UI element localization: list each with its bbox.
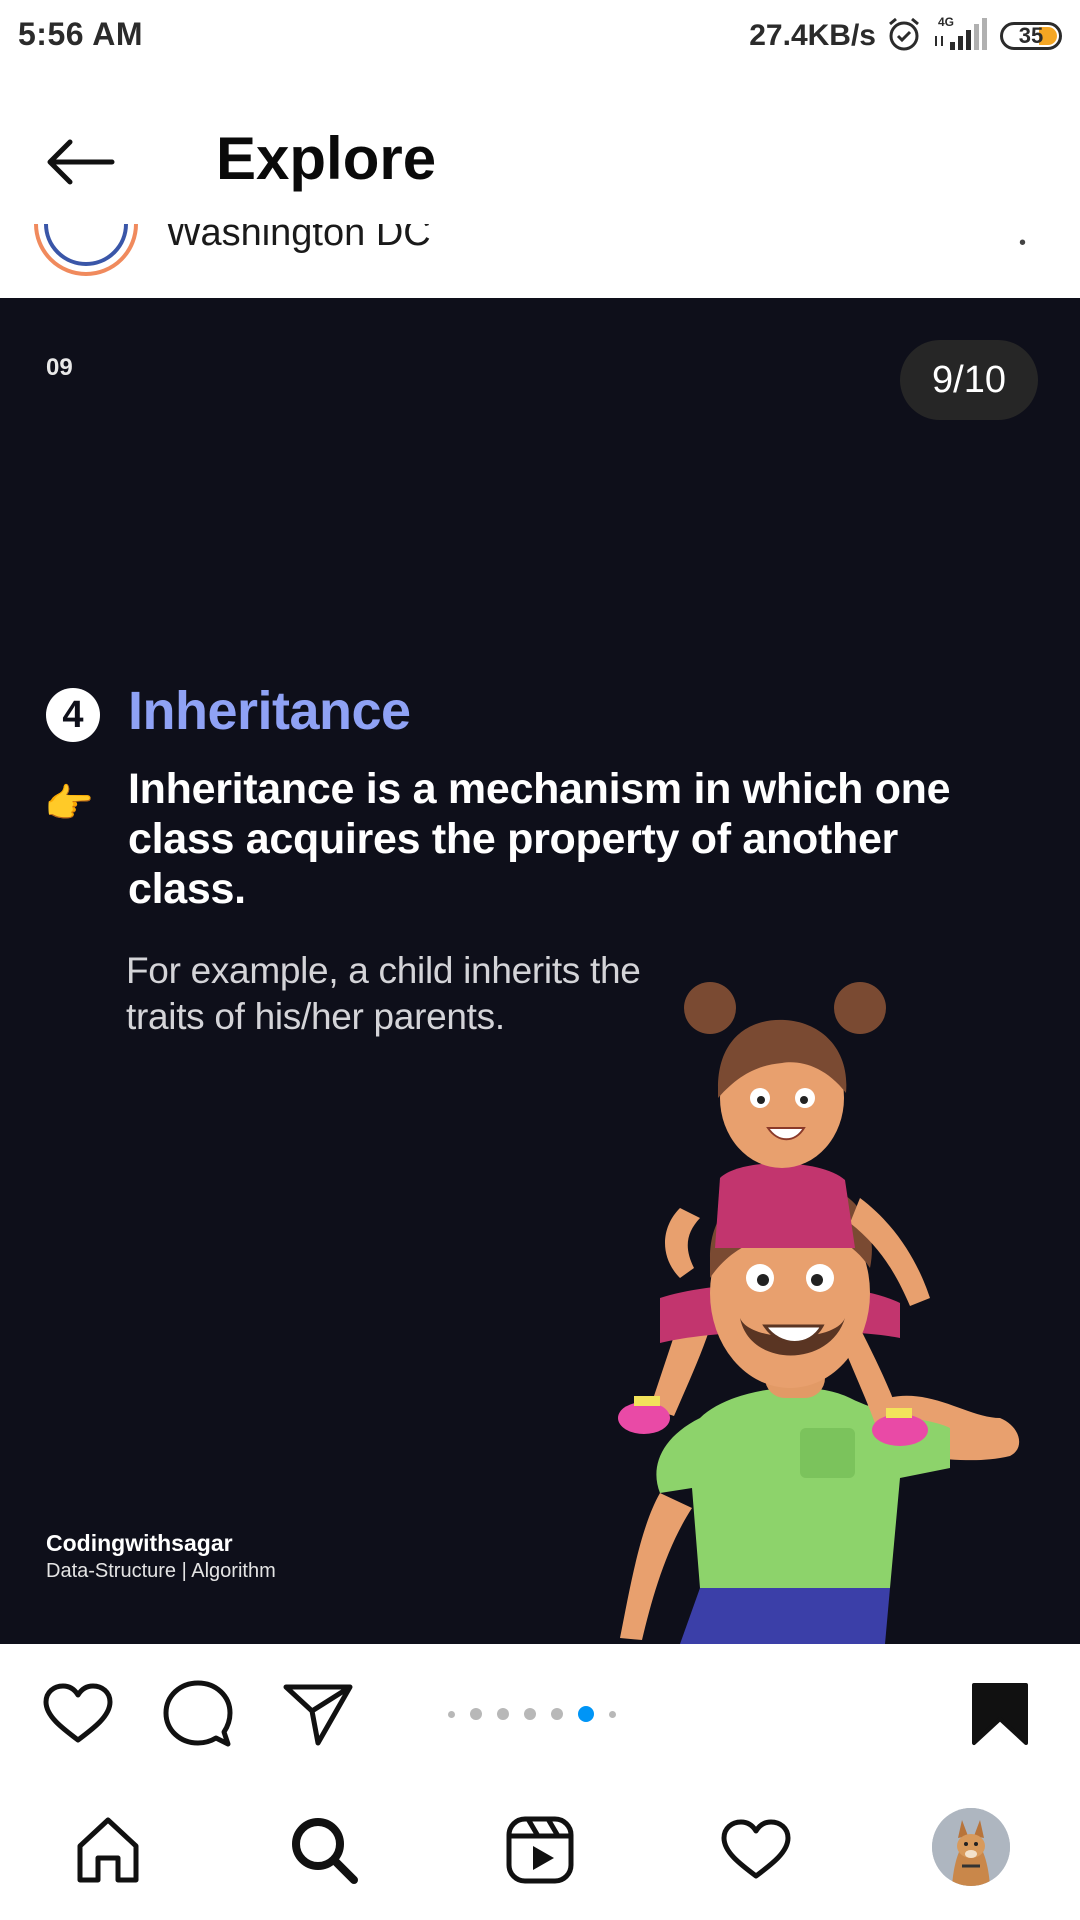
post-author-avatar[interactable]	[34, 224, 138, 276]
carousel-dot-active	[578, 1706, 594, 1722]
nav-search[interactable]	[284, 1810, 364, 1890]
carousel-dot	[448, 1710, 455, 1718]
status-icons: 27.4KB/s 4G 35	[749, 14, 1062, 58]
comment-icon	[163, 1680, 233, 1747]
carousel-dot	[497, 1708, 509, 1720]
carousel-dot	[551, 1708, 563, 1720]
battery-icon: 35	[1000, 22, 1062, 50]
network-speed: 27.4KB/s	[749, 19, 876, 52]
point-number-badge: 4	[46, 688, 100, 742]
slide-number-label: 09	[46, 354, 73, 381]
carousel-indicator	[448, 1706, 616, 1722]
carousel-dot	[609, 1710, 616, 1718]
share-icon	[283, 1684, 353, 1746]
share-button[interactable]	[280, 1678, 356, 1750]
search-icon	[292, 1818, 358, 1884]
pointing-hand-icon: 👉	[44, 782, 94, 826]
slide-heading: Inheritance	[128, 681, 411, 741]
like-button[interactable]	[40, 1678, 116, 1750]
home-icon	[77, 1817, 139, 1883]
bottom-navigation	[0, 1780, 1080, 1920]
carousel-counter: 9/10	[900, 340, 1038, 420]
heart-icon	[43, 1683, 113, 1743]
post-actions	[0, 1644, 1080, 1780]
nav-home[interactable]	[68, 1810, 148, 1890]
dog-avatar-image	[932, 1808, 1010, 1886]
alarm-icon	[886, 16, 922, 57]
arrow-left-icon	[47, 139, 115, 185]
signal-icon: 4G	[932, 14, 990, 59]
back-button[interactable]	[40, 132, 120, 192]
more-options-icon[interactable]: •	[1019, 232, 1026, 255]
status-time: 5:56 AM	[18, 16, 144, 52]
bookmark-icon	[972, 1683, 1028, 1745]
network-type-label: 4G	[938, 15, 954, 29]
nav-reels[interactable]	[500, 1810, 580, 1890]
reels-icon	[506, 1816, 574, 1884]
carousel-dot	[470, 1708, 482, 1720]
slide-example: For example, a child inherits the traits…	[126, 950, 641, 1037]
profile-avatar[interactable]	[932, 1808, 1010, 1886]
post-header: Washington DC •	[0, 224, 1080, 298]
brand-name: Codingwithsagar	[46, 1530, 233, 1556]
comment-button[interactable]	[160, 1678, 236, 1750]
father-child-illustration	[618, 982, 1020, 1644]
battery-level: 35	[1018, 23, 1044, 48]
post-media-slide[interactable]: 09 9/10 4 Inheritance 👉 Inheritance is a…	[0, 298, 1080, 1644]
save-button[interactable]	[962, 1678, 1038, 1750]
post-location[interactable]: Washington DC	[166, 224, 431, 256]
status-bar: 5:56 AM 27.4KB/s 4G 35	[0, 0, 1080, 74]
screen: 5:56 AM 27.4KB/s 4G 35 Explore Washingto…	[0, 0, 1080, 1920]
slide-definition: Inheritance is a mechanism in which one …	[128, 765, 951, 913]
nav-activity[interactable]	[716, 1810, 796, 1890]
activity-heart-icon	[721, 1819, 791, 1879]
carousel-dot	[524, 1708, 536, 1720]
brand-tagline: Data-Structure | Algorithm	[46, 1560, 276, 1582]
page-title: Explore	[216, 125, 437, 192]
top-app-bar: Explore	[0, 74, 1080, 224]
